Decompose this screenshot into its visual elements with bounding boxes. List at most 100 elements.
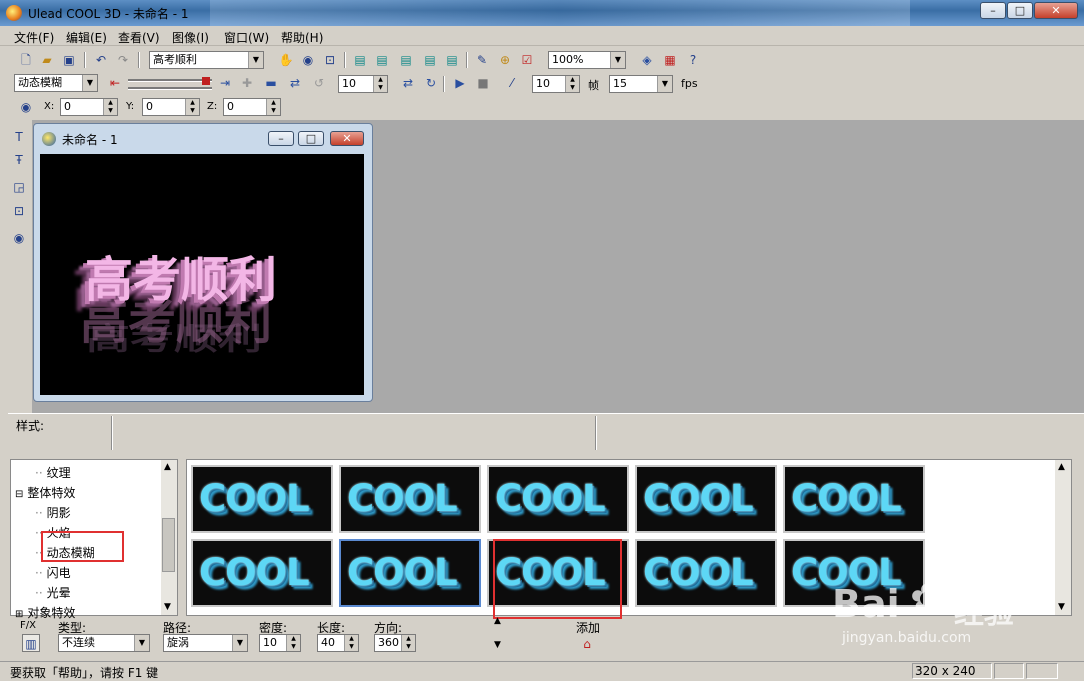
object-manager-icon[interactable]: ◉	[10, 229, 28, 247]
chevron-down-icon[interactable]: ▼	[610, 52, 625, 68]
view-left-icon[interactable]: ▤	[397, 51, 415, 69]
play-icon[interactable]: ▶	[451, 74, 469, 92]
tree-item[interactable]: ·· 阴影	[35, 504, 71, 521]
chevron-down-icon[interactable]: ▼	[232, 635, 247, 651]
effect-combo[interactable]: 动态模糊 ▼	[14, 74, 98, 92]
save-icon[interactable]: ▣	[60, 51, 78, 69]
render-canvas[interactable]: 高考顺利 高考顺利 高考顺利	[40, 154, 364, 395]
document-window[interactable]: 未命名 - 1 – □ ✕ 高考顺利 高考顺利 高考顺利	[33, 123, 373, 402]
scroll-thumb[interactable]	[162, 518, 175, 572]
param-scroll-up-icon[interactable]: ▲	[494, 616, 501, 626]
tree-item[interactable]: ·· 闪电	[35, 564, 71, 581]
spinner-arrows[interactable]: ▲ ▼	[401, 635, 415, 651]
doc-minimize-button[interactable]: –	[268, 131, 294, 146]
effect-thumbnail[interactable]: COOL	[339, 465, 481, 533]
spinner-arrows[interactable]: ▲ ▼	[344, 635, 358, 651]
reverse-icon[interactable]: ⇄	[286, 74, 304, 92]
gallery-scrollbar[interactable]: ▲ ▼	[1055, 460, 1071, 615]
palette-icon[interactable]: ▦	[661, 51, 679, 69]
fx-toggle-icon[interactable]: ▥	[22, 634, 40, 652]
effect-thumbnail[interactable]: COOL	[191, 539, 333, 607]
chevron-down-icon[interactable]: ▼	[657, 76, 672, 92]
new-file-icon[interactable]: 🗋	[17, 51, 35, 69]
ping-pong-icon[interactable]: ⇄	[399, 74, 417, 92]
chevron-down-icon[interactable]: ▼	[248, 52, 263, 68]
density-spinner[interactable]: 10 ▲ ▼	[259, 634, 301, 652]
spinner-arrows[interactable]: ▲ ▼	[185, 99, 199, 115]
tween-icon[interactable]: ⁄	[503, 74, 521, 92]
light-icon[interactable]: ✎	[473, 51, 491, 69]
last-frame-icon[interactable]: ⇥	[216, 74, 234, 92]
open-folder-icon[interactable]: ▰	[38, 51, 56, 69]
globe-icon[interactable]: ⊕	[496, 51, 514, 69]
close-button[interactable]: ✕	[1034, 2, 1078, 19]
scroll-down-icon[interactable]: ▼	[164, 602, 171, 612]
spinner-arrows[interactable]: ▲ ▼	[565, 76, 579, 92]
doc-restore-button[interactable]: □	[298, 131, 324, 146]
redo-icon[interactable]: ↷	[114, 51, 132, 69]
path-combo[interactable]: 旋涡 ▼	[163, 634, 248, 652]
scroll-up-icon[interactable]: ▲	[1058, 462, 1065, 472]
minimize-button[interactable]: –	[980, 2, 1006, 19]
add-effect-icon[interactable]: ⌂	[578, 635, 596, 653]
tree-scrollbar[interactable]: ▲ ▼	[161, 460, 177, 615]
menu-help[interactable]: 帮助(H)	[281, 29, 323, 46]
menu-edit[interactable]: 编辑(E)	[66, 29, 107, 46]
undo-icon[interactable]: ↶	[92, 51, 110, 69]
slider-thumb[interactable]	[202, 77, 210, 85]
menu-window[interactable]: 窗口(W)	[224, 29, 269, 46]
view-back-icon[interactable]: ▤	[373, 51, 391, 69]
help-pointer-icon[interactable]: ?	[684, 51, 702, 69]
rotate-object-icon[interactable]: ◉	[299, 51, 317, 69]
type-combo[interactable]: 不连续 ▼	[58, 634, 150, 652]
hand-tool-icon[interactable]: ✋	[277, 51, 295, 69]
menu-view[interactable]: 查看(V)	[118, 29, 160, 46]
effect-thumbnail[interactable]: COOL	[783, 465, 925, 533]
loop-icon[interactable]: ↺	[310, 74, 328, 92]
fps-combo[interactable]: 15 ▼	[609, 75, 673, 93]
render-icon[interactable]: ◈	[638, 51, 656, 69]
scroll-down-icon[interactable]: ▼	[1058, 602, 1065, 612]
edit-text-icon[interactable]: Ŧ	[10, 151, 28, 169]
insert-object-icon[interactable]: ◲	[10, 178, 28, 196]
spinner-arrows[interactable]: ▲ ▼	[266, 99, 280, 115]
tree-item[interactable]: ·· 光晕	[35, 584, 71, 601]
effect-thumbnail[interactable]: COOL	[487, 465, 629, 533]
effect-thumbnail[interactable]: COOL	[635, 465, 777, 533]
spinner-arrows[interactable]: ▲ ▼	[103, 99, 117, 115]
remove-frame-icon[interactable]: ▬	[262, 74, 280, 92]
effect-thumbnail[interactable]: COOL	[783, 539, 925, 607]
spinner-arrows[interactable]: ▲ ▼	[373, 76, 387, 92]
tree-item[interactable]: ⊟ 整体特效	[15, 484, 75, 501]
maximize-button[interactable]: □	[1007, 2, 1033, 19]
param-scroll-down-icon[interactable]: ▼	[494, 640, 501, 650]
position-tool-icon[interactable]: ◉	[17, 98, 35, 116]
effect-thumbnail[interactable]: COOL	[635, 539, 777, 607]
text-object-combo[interactable]: 高考顺利 ▼	[149, 51, 264, 69]
check-icon[interactable]: ☑	[518, 51, 536, 69]
size-object-icon[interactable]: ⊡	[321, 51, 339, 69]
zoom-combo[interactable]: 100% ▼	[548, 51, 626, 69]
x-spinner[interactable]: 0 ▲ ▼	[60, 98, 118, 116]
first-frame-icon[interactable]: ⇤	[106, 74, 124, 92]
tree-item[interactable]: ·· 纹理	[35, 464, 71, 481]
collapse-icon[interactable]: ⊟	[15, 489, 23, 500]
menu-file[interactable]: 文件(F)	[14, 29, 54, 46]
effect-gallery[interactable]: COOL COOL COOL COOL COOL COOL COOL COOL COOL COOL…	[186, 459, 1072, 616]
frame-number-spinner[interactable]: 10 ▲ ▼	[338, 75, 388, 93]
effect-thumbnail[interactable]: COOL	[191, 465, 333, 533]
chevron-down-icon[interactable]: ▼	[82, 75, 97, 91]
repeat-icon[interactable]: ↻	[422, 74, 440, 92]
add-frame-icon[interactable]: ✚	[238, 74, 256, 92]
scroll-up-icon[interactable]: ▲	[164, 462, 171, 472]
effect-thumbnail[interactable]: COOL	[339, 539, 481, 607]
menu-image[interactable]: 图像(I)	[172, 29, 209, 46]
timeline-slider[interactable]	[128, 77, 212, 91]
y-spinner[interactable]: 0 ▲ ▼	[142, 98, 200, 116]
z-spinner[interactable]: 0 ▲ ▼	[223, 98, 281, 116]
doc-close-button[interactable]: ✕	[330, 131, 364, 146]
view-top-icon[interactable]: ▤	[443, 51, 461, 69]
view-right-icon[interactable]: ▤	[421, 51, 439, 69]
chevron-down-icon[interactable]: ▼	[134, 635, 149, 651]
insert-text-icon[interactable]: T	[10, 128, 28, 146]
